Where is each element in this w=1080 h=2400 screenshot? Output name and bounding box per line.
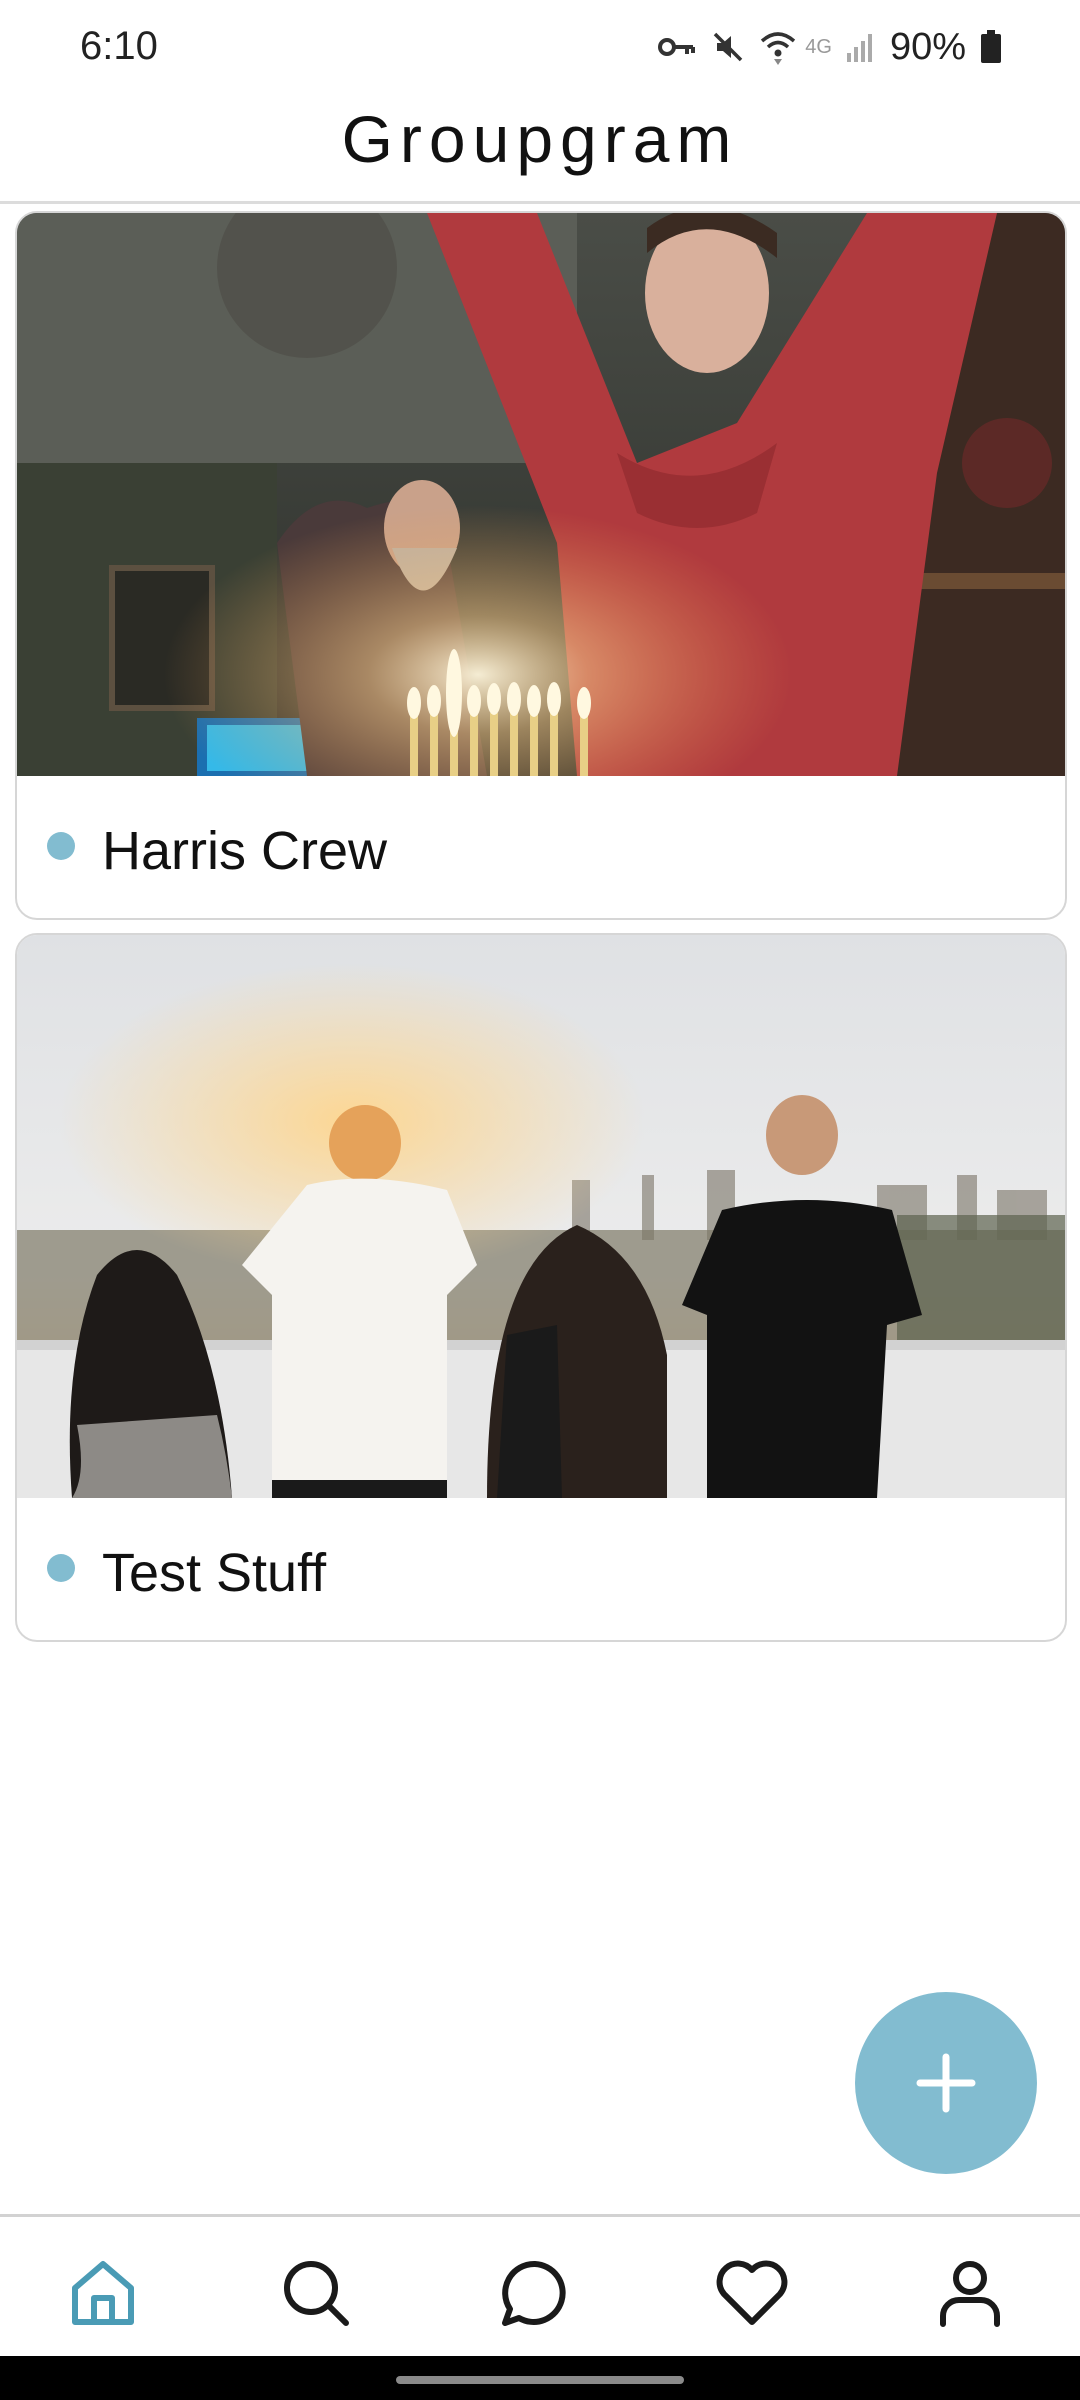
- nav-search-button[interactable]: [276, 2253, 356, 2333]
- group-card-footer: Harris Crew: [17, 776, 1065, 918]
- home-icon: [72, 2261, 134, 2325]
- group-status-dot: [47, 832, 75, 860]
- group-name: Harris Crew: [102, 821, 388, 881]
- group-status-dot: [47, 1554, 75, 1582]
- group-cover-image: [17, 213, 1065, 776]
- group-card-footer: Test Stuff: [17, 1498, 1065, 1640]
- app-title: Groupgram: [341, 102, 739, 176]
- nav-profile-button[interactable]: [930, 2253, 1010, 2333]
- nav-favorites-button[interactable]: [712, 2253, 792, 2333]
- group-card-harris-crew[interactable]: Harris Crew: [15, 211, 1067, 920]
- create-group-button[interactable]: [855, 1992, 1037, 2174]
- wifi-icon: [761, 32, 796, 65]
- search-icon: [284, 2261, 349, 2326]
- nav-home-button[interactable]: [63, 2253, 143, 2333]
- group-cover-image: [17, 935, 1065, 1498]
- bottom-navigation: [0, 2214, 1080, 2359]
- mute-icon: [714, 32, 743, 62]
- group-name: Test Stuff: [102, 1543, 327, 1603]
- network-type-label: 4G: [805, 35, 832, 58]
- app-header: Groupgram: [0, 95, 1080, 204]
- status-icons: 4G 90%: [657, 22, 1002, 72]
- battery-percentage: 90%: [889, 25, 966, 68]
- battery-icon: [981, 30, 1001, 63]
- status-time: 6:10: [80, 24, 158, 68]
- home-gesture-handle[interactable]: [396, 2376, 684, 2384]
- group-card-test-stuff[interactable]: Test Stuff: [15, 933, 1067, 1642]
- vpn-key-icon: [658, 38, 696, 56]
- status-bar: 6:10 4G 90%: [0, 0, 1080, 95]
- plus-icon: [916, 2053, 976, 2113]
- heart-icon: [716, 2260, 788, 2325]
- chat-icon: [502, 2260, 566, 2326]
- signal-icon: [846, 34, 872, 62]
- nav-chat-button[interactable]: [494, 2253, 574, 2333]
- profile-icon: [940, 2261, 1000, 2327]
- system-gesture-bar: [0, 2356, 1080, 2400]
